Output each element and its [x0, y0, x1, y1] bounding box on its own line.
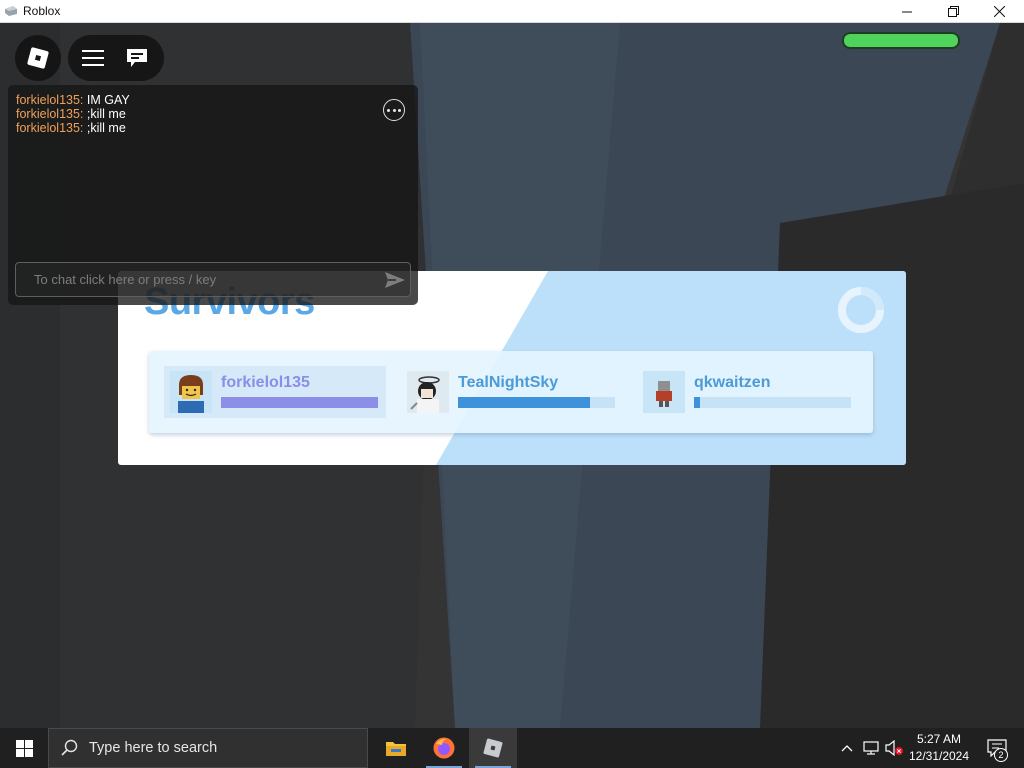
search-icon [61, 739, 78, 756]
minimize-button[interactable] [884, 0, 930, 23]
player-name: forkielol135 [221, 374, 310, 391]
chat-message-user[interactable]: forkielol135: [16, 121, 83, 135]
restore-icon [947, 6, 959, 17]
chat-window[interactable]: forkielol135: IM GAY forkielol135: ;kill… [8, 85, 418, 305]
player-progress-track [694, 397, 851, 408]
player-avatar [643, 371, 685, 413]
survivors-roster: forkielol135 TealNightSky qkwaitzen [149, 351, 873, 433]
player-progress-bar [221, 397, 378, 408]
player-card[interactable]: TealNightSky [401, 366, 623, 418]
health-bar [842, 32, 960, 49]
chat-input-placeholder: To chat click here or press / key [34, 272, 217, 287]
show-hidden-icons-button[interactable] [836, 728, 858, 768]
chat-message-text: ;kill me [86, 121, 126, 135]
chat-more-options-button[interactable] [383, 99, 405, 121]
player-progress-bar [694, 397, 701, 408]
volume-muted-icon [885, 740, 903, 756]
player-card[interactable]: forkielol135 [164, 366, 386, 418]
close-icon [993, 6, 1005, 17]
minimize-icon [902, 11, 912, 12]
player-progress-track [458, 397, 615, 408]
windows-logo-icon [15, 739, 33, 757]
taskbar-firefox[interactable] [420, 728, 468, 768]
player-avatar [407, 371, 449, 413]
chat-message: forkielol135: ;kill me [16, 107, 130, 121]
roblox-logo-icon [27, 47, 49, 69]
clock-time: 5:27 AM [916, 732, 962, 746]
close-button[interactable] [976, 0, 1022, 23]
roblox-menu-button[interactable] [15, 35, 61, 81]
taskbar-file-explorer[interactable] [372, 728, 420, 768]
player-avatar [170, 371, 212, 413]
player-card[interactable]: qkwaitzen [637, 366, 859, 418]
game-viewport[interactable]: Survivors forkielol135 [0, 23, 1024, 728]
notification-count-badge: 2 [994, 748, 1008, 762]
more-dot-icon [392, 108, 396, 112]
window-titlebar: Roblox [0, 0, 1024, 23]
player-name: qkwaitzen [694, 374, 771, 391]
chat-bubble-icon [127, 49, 147, 67]
chat-message-user[interactable]: forkielol135: [16, 107, 83, 121]
action-center-button[interactable]: 2 [980, 728, 1014, 768]
volume-button[interactable] [883, 728, 905, 768]
start-button[interactable] [0, 728, 48, 768]
player-name: TealNightSky [458, 374, 559, 391]
taskbar: Type here to search 5:27 AM 12/31/2024 2 [0, 728, 1024, 768]
chat-message-text: IM GAY [86, 93, 130, 107]
clock-date: 12/31/2024 [908, 749, 970, 763]
chat-input-field[interactable]: To chat click here or press / key [15, 262, 411, 297]
send-icon[interactable] [384, 271, 406, 289]
firefox-icon [433, 737, 455, 759]
chat-message: forkielol135: ;kill me [16, 121, 130, 135]
chat-message-list: forkielol135: IM GAY forkielol135: ;kill… [16, 93, 130, 135]
loading-spinner-icon [838, 287, 884, 333]
taskbar-clock[interactable]: 5:27 AM 12/31/2024 [904, 731, 974, 765]
file-explorer-icon [386, 742, 406, 756]
network-button[interactable] [860, 728, 882, 768]
taskbar-roblox[interactable] [469, 728, 517, 768]
player-progress-bar [458, 397, 590, 408]
restore-button[interactable] [930, 0, 976, 23]
health-bar-fill [844, 34, 958, 47]
search-placeholder: Type here to search [89, 740, 218, 756]
topbar-pill [68, 35, 164, 81]
more-dot-icon [398, 108, 402, 112]
roblox-icon [483, 738, 503, 758]
more-dot-icon [386, 108, 390, 112]
roblox-app-icon [5, 6, 17, 16]
window-title: Roblox [23, 4, 61, 18]
chat-message-user[interactable]: forkielol135: [16, 93, 83, 107]
chat-message-text: ;kill me [86, 107, 126, 121]
taskbar-search-box[interactable]: Type here to search [48, 728, 368, 768]
player-progress-track [221, 397, 378, 408]
chat-message: forkielol135: IM GAY [16, 93, 130, 107]
network-icon [863, 741, 879, 755]
chat-toggle-button[interactable] [121, 43, 153, 73]
chevron-up-icon [841, 745, 853, 752]
hamburger-menu-button[interactable] [77, 43, 109, 73]
hamburger-icon [82, 50, 104, 66]
